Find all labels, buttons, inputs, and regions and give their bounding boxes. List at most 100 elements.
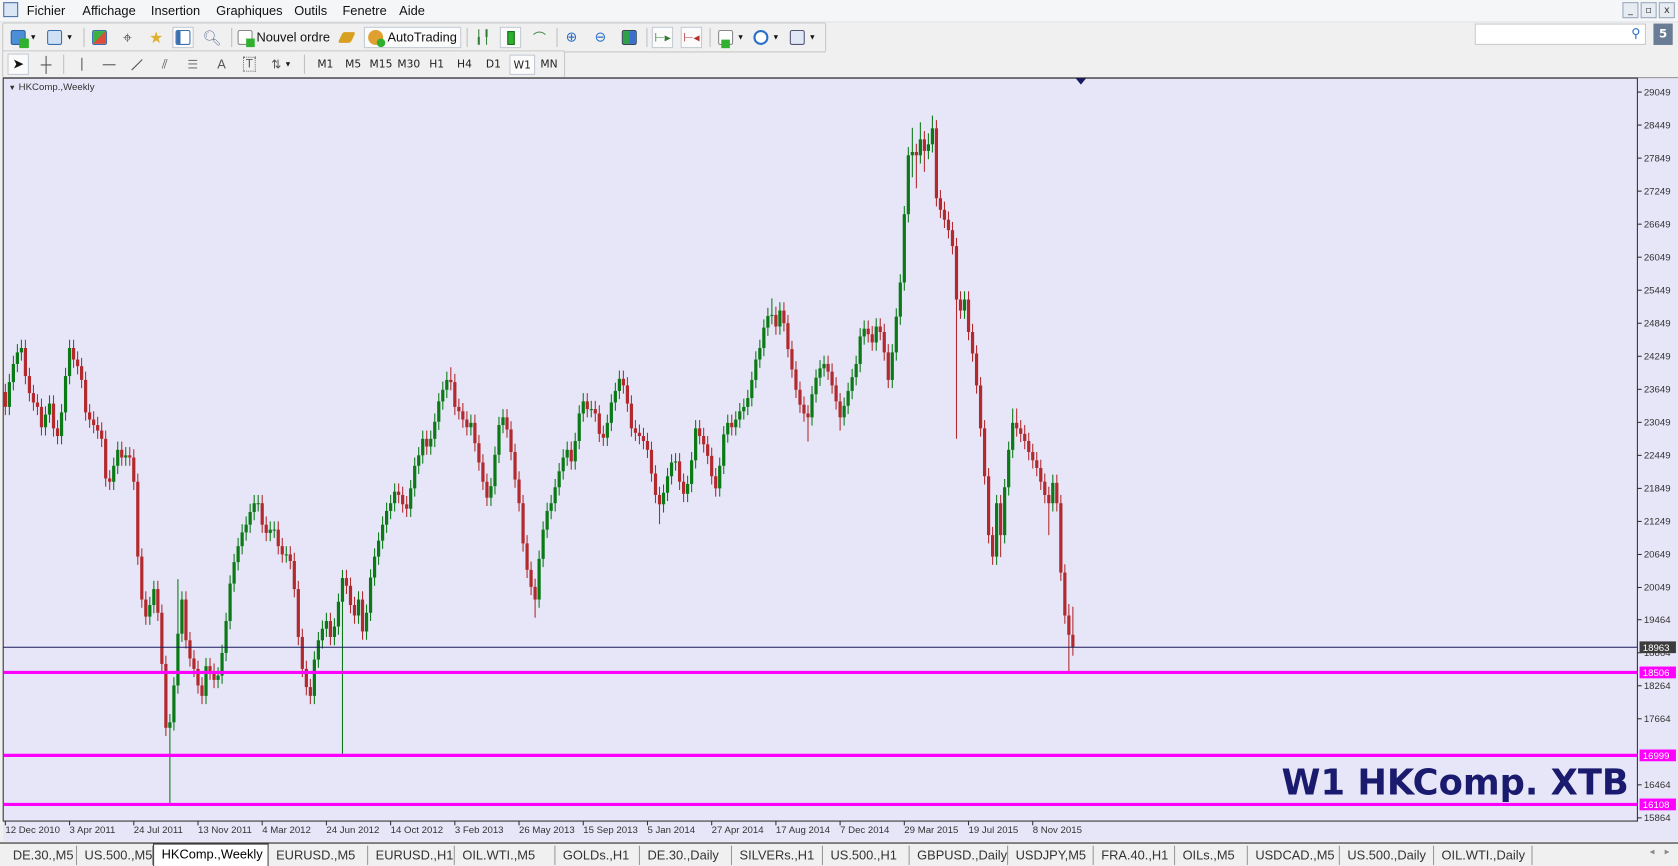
candle-body <box>1039 467 1043 482</box>
mt4-window: Fichier Affichage Insertion Graphiques O… <box>0 0 1678 866</box>
restore-button[interactable]: ▫ <box>1640 2 1657 19</box>
candle-body <box>409 488 413 509</box>
collapse-triangle-icon[interactable]: ▼ <box>9 85 16 92</box>
menu-fichier[interactable]: Fichier <box>27 3 66 18</box>
bar-chart-button[interactable]: ╽╿ <box>472 27 493 48</box>
terminal-button[interactable] <box>172 26 194 49</box>
chart-tab[interactable]: USDJPY,M5 <box>1008 845 1094 865</box>
metaeditor-button[interactable] <box>336 27 357 48</box>
search-input[interactable]: ⚲ <box>1474 23 1646 45</box>
chart-shift-button[interactable]: ⊢◂ <box>680 26 703 49</box>
periods-button[interactable]: ▼ <box>750 27 782 48</box>
chart-tab[interactable]: GOLDs.,H1 <box>555 845 640 865</box>
line-chart-button[interactable]: ⌒ <box>529 27 550 48</box>
chart-tab[interactable]: SILVERs.,H1 <box>732 845 823 865</box>
candle-body <box>240 532 244 547</box>
chart-tab[interactable]: EURUSD.,M5 <box>269 845 369 865</box>
candle <box>104 430 108 487</box>
timeframe-d1[interactable]: D1 <box>481 55 507 75</box>
candle-body <box>280 546 284 555</box>
chart-tab[interactable]: OIL.WTI.,M5 <box>455 845 556 865</box>
tab-scroll-left-icon[interactable]: ◂ <box>1650 847 1655 858</box>
candle-body <box>352 605 357 616</box>
timeframe-m1[interactable]: M1 <box>312 55 338 75</box>
timeframe-w1[interactable]: W1 <box>509 54 536 75</box>
timeframe-m30[interactable]: M30 <box>396 55 422 75</box>
chart-tab[interactable]: FRA.40.,H1 <box>1094 845 1176 865</box>
menu-aide[interactable]: Aide <box>399 3 425 18</box>
candle-body <box>786 323 790 350</box>
candlestick-chart[interactable]: 29049 28449 27849 27249 26649 26049 25449 24849… <box>0 77 1678 842</box>
cursor-button[interactable]: ➤ <box>7 53 29 75</box>
chart-tab[interactable]: US.500.,M5 <box>77 845 154 865</box>
fibonacci-button[interactable]: ☰ <box>182 54 203 75</box>
candle-body <box>200 685 204 696</box>
tile-windows-button[interactable] <box>619 27 640 48</box>
timeframe-mn[interactable]: MN <box>536 55 562 75</box>
new-order-button[interactable]: Nouvel ordre <box>237 27 331 48</box>
autoscroll-button[interactable]: ⊢▸ <box>651 26 674 49</box>
menu-affichage[interactable]: Affichage <box>82 3 135 18</box>
indicators-button[interactable]: ▼ <box>715 27 747 49</box>
candle-body <box>545 510 549 530</box>
minimize-button[interactable]: _ <box>1622 2 1639 19</box>
equidistant-channel-button[interactable]: ⫽ <box>154 54 175 75</box>
navigator-button[interactable]: ⌖ <box>117 27 138 48</box>
candle-body <box>473 422 477 444</box>
timeframe-h1[interactable]: H1 <box>424 55 450 75</box>
candle-body <box>874 326 878 343</box>
close-button[interactable]: x <box>1658 2 1675 19</box>
channel-icon: ⫽ <box>161 56 168 72</box>
candle-body <box>224 621 228 653</box>
arrows-button[interactable]: ⇅ ▼ <box>266 54 296 75</box>
chart-tab[interactable]: USDCAD.,M5 <box>1248 845 1340 865</box>
menu-outils[interactable]: Outils <box>294 3 327 18</box>
chart-tab[interactable]: US.500.,Daily <box>1340 845 1435 865</box>
autotrading-icon <box>368 29 386 48</box>
new-chart-button[interactable]: ▼ <box>7 27 39 49</box>
tab-scroll-right-icon[interactable]: ▸ <box>1665 847 1670 858</box>
candlestick-chart-button[interactable] <box>499 26 522 49</box>
crosshair-button[interactable]: ┼ <box>35 54 56 75</box>
chart-tab[interactable]: DE.30.,Daily <box>640 845 733 865</box>
horizontal-line-button[interactable] <box>98 54 119 75</box>
candle-body <box>714 476 718 489</box>
strategy-tester-button[interactable]: 🔍︎ <box>201 27 222 48</box>
candle-body <box>380 524 385 541</box>
chart-tab[interactable]: OILs.,M5 <box>1175 845 1248 865</box>
y-tick-label: 15864 <box>1644 813 1671 824</box>
templates-button[interactable]: ▼ <box>787 27 819 48</box>
crosshair-target-icon: ⌖ <box>122 28 132 47</box>
menu-graphiques[interactable]: Graphiques <box>216 3 282 18</box>
candle-body <box>581 401 585 414</box>
candle-body <box>79 366 84 380</box>
zoom-out-button[interactable]: ⊖ <box>590 27 611 48</box>
search-icon[interactable]: ⚲ <box>1631 26 1640 41</box>
chart-tab[interactable]: US.500.,H1 <box>823 845 910 865</box>
tile-windows-icon <box>621 29 637 45</box>
chart-tab[interactable]: EURUSD.,H1 <box>368 845 455 865</box>
text-button[interactable]: A <box>211 54 232 75</box>
candle-body <box>738 411 742 420</box>
app-icon[interactable] <box>3 2 19 18</box>
vertical-line-button[interactable] <box>71 54 92 75</box>
menu-fenetre[interactable]: Fenetre <box>342 3 386 18</box>
market-watch-button[interactable] <box>89 27 110 48</box>
text-label-button[interactable]: T <box>239 54 260 75</box>
trendline-button[interactable] <box>126 54 147 75</box>
chart-tab[interactable]: OIL.WTI.,Daily <box>1434 845 1533 865</box>
timeframe-m5[interactable]: M5 <box>340 55 366 75</box>
zoom-in-button[interactable]: ⊕ <box>561 27 582 48</box>
timeframe-m15[interactable]: M15 <box>368 55 394 75</box>
profiles-button[interactable]: ▼ <box>44 27 76 48</box>
autotrading-button[interactable]: AutoTrading <box>363 26 462 49</box>
chart-tab[interactable]: HKComp.,Weekly <box>153 843 269 866</box>
notifications-button[interactable]: 5 <box>1653 23 1673 45</box>
candle <box>906 147 910 223</box>
timeframe-h4[interactable]: H4 <box>452 55 478 75</box>
x-tick-label: 27 Apr 2014 <box>712 825 765 836</box>
chart-tab[interactable]: GBPUSD.,Daily <box>910 845 1009 865</box>
favorites-button[interactable]: ★ <box>146 27 167 48</box>
chart-tab[interactable]: DE.30.,M5 <box>5 845 78 865</box>
menu-insertion[interactable]: Insertion <box>151 3 200 18</box>
